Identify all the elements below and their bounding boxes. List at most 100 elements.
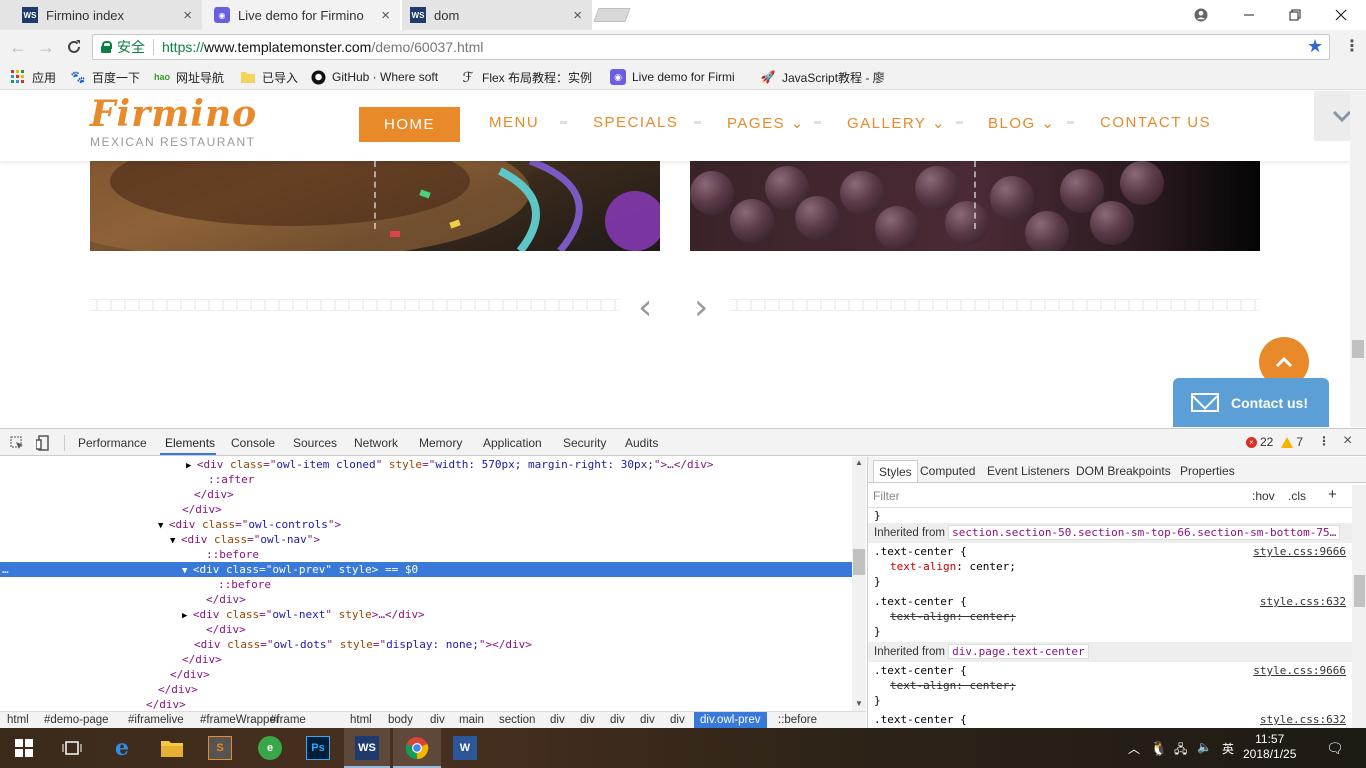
close-window-icon[interactable] — [1318, 0, 1364, 30]
rule-source-link[interactable]: style.css:9666 — [1253, 664, 1346, 677]
task-view-icon[interactable] — [60, 736, 84, 760]
demo-panel-toggle[interactable] — [1314, 91, 1350, 141]
tab-event-listeners[interactable]: Event Listeners — [987, 464, 1070, 478]
inspect-element-icon[interactable] — [10, 436, 24, 450]
qq-icon[interactable]: 🐧 — [1150, 740, 1167, 757]
new-tab-button[interactable] — [593, 8, 631, 22]
breadcrumb-item[interactable]: div — [550, 714, 565, 726]
site-logo[interactable]: Firmino — [90, 93, 257, 135]
forward-arrow-icon[interactable]: → — [36, 37, 56, 57]
bookmark-live-demo[interactable]: ◉ Live demo for Firmi — [610, 68, 750, 86]
tab-styles[interactable]: Styles — [873, 460, 918, 482]
device-toolbar-icon[interactable] — [36, 435, 50, 451]
console-counts[interactable]: × 22 7 — [1246, 435, 1303, 449]
breadcrumb-item[interactable]: div — [430, 714, 445, 726]
close-tab-icon[interactable]: × — [573, 7, 582, 24]
minimize-icon[interactable] — [1226, 0, 1272, 30]
dom-node[interactable]: </div> — [0, 622, 852, 637]
bookmark-javascript-tutorial[interactable]: 🚀 JavaScript教程 - 廖 — [760, 68, 900, 86]
bookmark-baidu[interactable]: 🐾 百度一下 — [70, 68, 150, 86]
dom-node[interactable]: ::before — [0, 547, 852, 562]
breadcrumb-item[interactable]: #frameWrapper — [200, 714, 280, 726]
tab-dom[interactable]: WS dom × — [402, 0, 592, 30]
volume-icon[interactable]: 🔈 — [1197, 740, 1212, 754]
edge-browser-icon[interactable]: e — [110, 735, 134, 761]
dom-node-selected[interactable]: … ▼ <div class="owl-prev" style> == $0 — [0, 562, 852, 577]
close-tab-icon[interactable]: × — [381, 7, 390, 24]
scroll-up-icon[interactable]: ▲ — [855, 458, 863, 467]
devtools-tab-sources[interactable]: Sources — [293, 436, 337, 450]
breadcrumb-item[interactable]: html — [350, 714, 372, 726]
bookmark-star-icon[interactable]: ★ — [1307, 36, 1323, 57]
tab-live-demo[interactable]: ◉ Live demo for Firmino × — [202, 0, 400, 30]
devtools-tab-audits[interactable]: Audits — [625, 436, 658, 450]
devtools-tab-security[interactable]: Security — [563, 436, 606, 450]
breadcrumb-item[interactable]: #demo-page — [44, 714, 109, 726]
dom-node[interactable]: ▶ <div class="owl-item cloned" style="wi… — [0, 457, 852, 472]
breadcrumb-item[interactable]: div.owl-prev — [694, 712, 767, 729]
dom-node[interactable]: ▶ <div class="owl-next" style>…</div> — [0, 607, 852, 622]
hover-state-toggle[interactable]: :hov — [1252, 489, 1275, 503]
dom-node[interactable]: ::after — [0, 472, 852, 487]
devtools-tab-network[interactable]: Network — [354, 436, 398, 450]
nav-blog[interactable]: BLOG ⌄ — [988, 114, 1055, 132]
dom-node[interactable]: </div> — [0, 652, 852, 667]
inherited-selector[interactable]: div.page.text-center — [948, 644, 1089, 659]
close-devtools-icon[interactable]: × — [1343, 432, 1352, 450]
tab-computed[interactable]: Computed — [920, 464, 975, 478]
scroll-down-icon[interactable]: ▼ — [855, 699, 863, 708]
bookmark-hao123[interactable]: hao 网址导航 — [154, 68, 234, 86]
devtools-tab-memory[interactable]: Memory — [419, 436, 462, 450]
network-icon[interactable]: 🖧 — [1174, 740, 1187, 761]
new-rule-icon[interactable]: + — [1328, 486, 1337, 503]
back-arrow-icon[interactable]: ← — [8, 37, 28, 57]
dom-node[interactable]: ▼ <div class="owl-controls"> — [0, 517, 852, 532]
dom-node[interactable]: </div> — [0, 697, 852, 711]
windows-start-icon[interactable] — [12, 736, 36, 760]
styles-scrollbar[interactable] — [1352, 485, 1366, 729]
webstorm-icon[interactable]: WS — [355, 736, 379, 760]
elements-scrollbar[interactable]: ▲ ▼ — [852, 457, 866, 711]
breadcrumb-item[interactable]: div — [640, 714, 655, 726]
bookmark-imported-folder[interactable]: 已导入 — [240, 68, 304, 86]
bookmark-apps[interactable]: 应用 — [10, 68, 70, 86]
nav-menu[interactable]: MENU — [489, 114, 539, 131]
file-explorer-icon[interactable] — [160, 736, 184, 760]
breadcrumb-item[interactable]: #frame — [270, 714, 306, 726]
tab-firmino-index[interactable]: WS Firmino index × — [0, 0, 202, 30]
dom-tree[interactable]: ▶ <div class="owl-item cloned" style="wi… — [0, 457, 852, 711]
reload-icon[interactable] — [64, 37, 84, 57]
dom-node[interactable]: </div> — [0, 502, 852, 517]
dom-node[interactable]: ▼ <div class="owl-nav"> — [0, 532, 852, 547]
breadcrumb-item[interactable]: div — [610, 714, 625, 726]
styles-filter[interactable]: Filter :hov .cls + — [868, 484, 1366, 508]
nav-contact[interactable]: CONTACT US — [1100, 114, 1211, 131]
page-scrollbar[interactable] — [1350, 91, 1366, 427]
photoshop-icon[interactable]: Ps — [306, 736, 330, 760]
scrollbar-thumb[interactable] — [1352, 340, 1364, 358]
system-clock[interactable]: 11:57 2018/1/25 — [1243, 732, 1296, 762]
nav-gallery[interactable]: GALLERY ⌄ — [847, 114, 946, 132]
rule-source-link[interactable]: style.css:632 — [1260, 713, 1346, 726]
close-tab-icon[interactable]: × — [183, 7, 192, 24]
nav-home[interactable]: HOME — [359, 107, 460, 142]
dom-node[interactable]: </div> — [0, 592, 852, 607]
devtools-menu-icon[interactable]: ⋮ — [1318, 434, 1330, 448]
dom-node[interactable]: </div> — [0, 682, 852, 697]
chrome-icon[interactable] — [405, 736, 429, 760]
carousel-next-arrow-icon[interactable]: › — [694, 287, 708, 328]
inherited-selector[interactable]: section.section-50.section-sm-top-66.sec… — [948, 525, 1341, 540]
browser-menu-icon[interactable]: ⋮ — [1344, 36, 1360, 56]
devtools-tab-console[interactable]: Console — [231, 436, 275, 450]
dom-node[interactable]: </div> — [0, 487, 852, 502]
breadcrumb-item[interactable]: section — [499, 714, 535, 726]
contact-us-button[interactable]: Contact us! — [1173, 378, 1329, 427]
dom-node[interactable]: ::before — [0, 577, 852, 592]
css-declaration[interactable]: text-align: center; — [890, 560, 1016, 573]
nav-specials[interactable]: SPECIALS — [593, 114, 678, 131]
sublime-text-icon[interactable]: S — [208, 736, 232, 760]
devtools-tab-elements[interactable]: Elements — [165, 436, 215, 450]
browser-360-icon[interactable]: e — [258, 736, 282, 760]
word-icon[interactable]: W — [453, 736, 477, 760]
scrollbar-thumb[interactable] — [853, 549, 865, 575]
